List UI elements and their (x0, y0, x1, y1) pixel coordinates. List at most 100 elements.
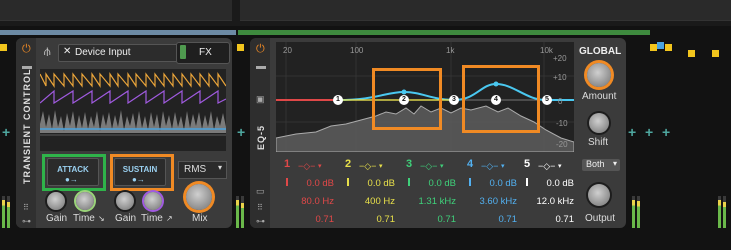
level-meter (7, 196, 10, 228)
band-q[interactable]: 0.71 (406, 214, 457, 225)
folder-icon[interactable]: ▬ (256, 61, 266, 72)
track-lane[interactable] (240, 0, 731, 21)
track-indicator (0, 44, 7, 51)
sustain-time-knob[interactable] (144, 192, 162, 210)
band-number: 3 (406, 158, 413, 170)
band5-node[interactable]: 5 (542, 95, 552, 105)
band-frequency[interactable]: 80.0 Hz (284, 196, 334, 207)
time-label: Time (73, 213, 95, 224)
key-icon[interactable]: ⊶ (22, 216, 31, 227)
band-q[interactable]: 0.71 (284, 214, 335, 225)
freq-tick: 20 (283, 46, 292, 55)
band4-column: 4 −◇− ▾ 0.0 dB 3.60 kHz 0.71 (467, 158, 527, 225)
attack-time-knob[interactable] (76, 192, 94, 210)
track-indicator (650, 44, 657, 51)
close-icon[interactable]: ✕ (63, 46, 71, 57)
chevron-down-icon[interactable]: ▾ (501, 162, 505, 170)
decay-icon: ↘ (98, 214, 105, 223)
band-gain[interactable]: 0.0 dB (284, 178, 334, 189)
chevron-down-icon[interactable]: ▾ (440, 162, 444, 170)
level-meter (632, 196, 635, 228)
transient-waveform-display (40, 69, 226, 151)
band-shape-icon[interactable]: −◇− (538, 161, 555, 172)
track-indicator (657, 42, 664, 49)
detection-mode-select[interactable]: RMS ▾ (178, 161, 227, 179)
chevron-down-icon: ▾ (217, 163, 222, 172)
output-knob[interactable] (588, 184, 610, 206)
add-device-icon[interactable]: + (662, 124, 670, 140)
chevron-down-icon[interactable]: ▾ (318, 162, 322, 170)
sustain-gain-knob[interactable] (116, 192, 134, 210)
band-shape-icon[interactable]: −◇− (481, 161, 498, 172)
gain-label: Gain (115, 213, 137, 224)
device-input-select[interactable]: ✕ Device Input ▾ (58, 44, 190, 62)
db-tick: -20 (556, 140, 568, 149)
band-indicator (286, 178, 288, 186)
track-lane[interactable] (0, 0, 232, 21)
band-frequency[interactable]: 3.60 kHz (467, 196, 518, 207)
band-shape-icon[interactable]: −◇− (420, 161, 437, 172)
attack-gain-knob[interactable] (47, 192, 65, 210)
add-device-icon[interactable]: + (628, 124, 636, 140)
time-label: Time (141, 213, 163, 224)
power-icon[interactable]: ⏻ (256, 43, 265, 56)
track-indicator (712, 50, 719, 57)
band-gain[interactable]: 0.0 dB (467, 178, 517, 189)
waveform-svg (40, 72, 226, 136)
chevron-down-icon[interactable]: ▾ (379, 162, 383, 170)
channel-mode-select[interactable]: Both ▾ (582, 159, 620, 171)
plugin-icon: ⫛ (44, 46, 51, 58)
db-tick: 0 (558, 97, 563, 106)
band2-highlight (372, 68, 442, 130)
band-frequency[interactable]: 400 Hz (345, 196, 395, 207)
band-frequency[interactable]: 12.0 kHz (524, 196, 575, 207)
band4-highlight (462, 65, 540, 133)
band-q[interactable]: 0.71 (467, 214, 518, 225)
add-device-icon[interactable]: + (2, 124, 10, 140)
band-gain[interactable]: 0.0 dB (345, 178, 395, 189)
band-shape-icon[interactable]: −◇− (298, 161, 315, 172)
expand-icon[interactable]: ▭ (256, 186, 265, 197)
band-q[interactable]: 0.71 (524, 214, 575, 225)
toggle-indicator (180, 45, 186, 59)
band-shape-icon[interactable]: −◇− (359, 161, 376, 172)
band-number: 5 (524, 158, 531, 170)
shift-knob[interactable] (589, 113, 609, 133)
rms-label: RMS (184, 164, 207, 175)
sustain-envelope (40, 89, 226, 105)
band-number: 1 (284, 158, 291, 170)
level-meter (241, 196, 244, 228)
device-chain-bar-green (238, 30, 650, 35)
band-indicator (469, 178, 471, 186)
band-gain[interactable]: 0.0 dB (524, 178, 574, 189)
arranger-strip (0, 0, 731, 26)
band-q[interactable]: 0.71 (345, 214, 396, 225)
amount-knob[interactable] (587, 63, 611, 87)
grid-icon[interactable]: ⠿ (257, 203, 263, 212)
band3-column: 3 −◇− ▾ 0.0 dB 1.31 kHz 0.71 (406, 158, 466, 225)
power-icon[interactable]: ⏻ (22, 43, 31, 56)
band-indicator (408, 178, 410, 186)
fx-toggle[interactable]: FX (176, 42, 230, 64)
key-icon[interactable]: ⊶ (256, 216, 265, 227)
chevron-down-icon[interactable]: ▾ (558, 162, 562, 170)
mix-knob[interactable] (186, 184, 212, 210)
band-frequency[interactable]: 1.31 kHz (406, 196, 457, 207)
level-meter (723, 196, 726, 228)
band1-node[interactable]: 1 (333, 95, 343, 105)
grid-icon[interactable]: ⠿ (23, 203, 29, 212)
mix-label: Mix (192, 213, 208, 224)
add-device-icon[interactable]: + (237, 124, 245, 140)
device-title: TRANSIENT CONTROL (22, 68, 32, 185)
add-device-icon[interactable]: + (645, 124, 653, 140)
device-title: EQ-5 (256, 124, 266, 150)
output-label: Output (585, 213, 616, 224)
collapse-icon[interactable]: ▣ (256, 94, 265, 105)
band-number: 2 (345, 158, 352, 170)
band3-node[interactable]: 3 (449, 95, 459, 105)
band1-column: 1 −◇− ▾ 0.0 dB 80.0 Hz 0.71 (284, 158, 344, 225)
chevron-down-icon: ▾ (612, 159, 617, 168)
global-section-title: GLOBAL (579, 46, 622, 57)
band-gain[interactable]: 0.0 dB (406, 178, 456, 189)
shift-label: Shift (588, 137, 609, 148)
